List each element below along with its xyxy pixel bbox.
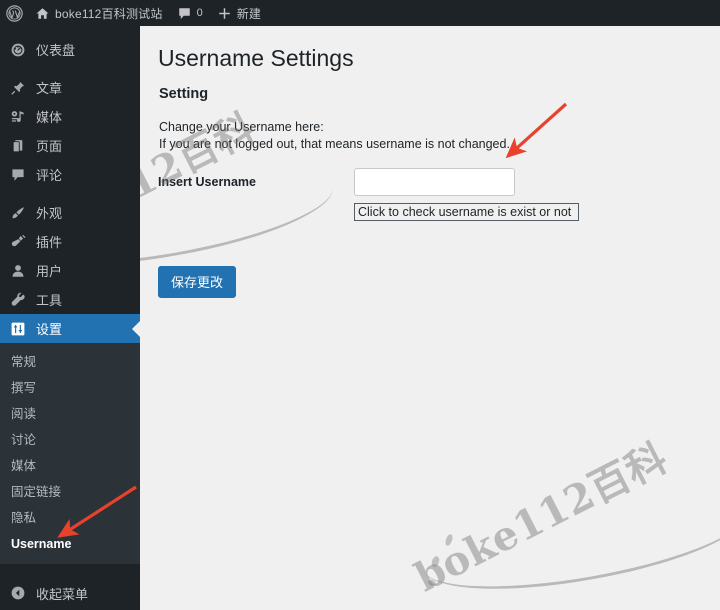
sidebar-item-dashboard[interactable]: 仪表盘 (0, 35, 140, 64)
paintbrush-icon (9, 204, 27, 222)
admin-bar: boke112百科测试站 0 新建 (0, 0, 720, 26)
sidebar-item-plugins[interactable]: 插件 (0, 227, 140, 256)
submenu-item-discussion[interactable]: 讨论 (0, 427, 140, 453)
section-heading: Setting (159, 86, 209, 102)
submenu-item-permalinks[interactable]: 固定链接 (0, 479, 140, 505)
sidebar-item-label: 文章 (36, 81, 63, 96)
sidebar-item-media[interactable]: 媒体 (0, 102, 140, 131)
sidebar-item-pages[interactable]: 页面 (0, 131, 140, 160)
pages-icon (9, 137, 27, 155)
sidebar-item-comments[interactable]: 评论 (0, 160, 140, 189)
wordpress-logo-button[interactable] (0, 0, 28, 26)
site-name-label: boke112百科测试站 (55, 6, 163, 21)
sidebar-item-tools[interactable]: 工具 (0, 285, 140, 314)
dashboard-gauge-icon (9, 41, 27, 59)
comment-bubble-icon (9, 166, 27, 184)
sidebar-item-label: 用户 (36, 264, 63, 279)
home-icon (35, 6, 50, 21)
sidebar-item-label: 工具 (36, 293, 63, 308)
sidebar-item-label: 评论 (36, 168, 63, 183)
settings-submenu: 常规 撰写 阅读 讨论 媒体 固定链接 隐私 Username (0, 343, 140, 564)
collapse-menu-label: 收起菜单 (36, 586, 89, 602)
settings-description: Change your Username here: If you are no… (159, 119, 510, 153)
menu-separator (0, 189, 140, 198)
sidebar-item-label: 仪表盘 (36, 43, 76, 58)
submenu-item-general[interactable]: 常规 (0, 349, 140, 375)
settings-sliders-icon (9, 320, 27, 338)
sidebar-item-label: 媒体 (36, 110, 63, 125)
sidebar-item-label: 插件 (36, 235, 63, 250)
sidebar-item-settings[interactable]: 设置 (0, 314, 140, 343)
admin-sidebar-menu: 仪表盘 文章 媒体 页面 评论 外观 插件 用户 工具 设置 常规 撰写 阅读 … (0, 26, 140, 610)
sidebar-item-appearance[interactable]: 外观 (0, 198, 140, 227)
site-name-menu[interactable]: boke112百科测试站 (28, 0, 170, 26)
description-line-1: Change your Username here: (159, 120, 324, 134)
description-line-2: If you are not logged out, that means us… (159, 137, 510, 151)
pushpin-icon (9, 79, 27, 97)
save-changes-button[interactable]: 保存更改 (158, 266, 237, 298)
sidebar-item-users[interactable]: 用户 (0, 256, 140, 285)
collapse-left-arrow-icon (9, 584, 27, 602)
sidebar-main-menu: 仪表盘 文章 媒体 页面 评论 外观 插件 用户 工具 设置 (0, 26, 140, 343)
collapse-menu-button[interactable]: 收起菜单 (0, 576, 140, 610)
username-input[interactable] (354, 168, 515, 196)
comment-bubble-icon (177, 6, 192, 21)
media-music-icon (9, 108, 27, 126)
wordpress-admin-screen: boke112百科测试站 0 新建 仪表盘 文章 媒体 页面 评论 外观 插件 … (0, 0, 720, 610)
plus-icon (217, 6, 232, 21)
check-username-button[interactable]: Click to check username is exist or not (354, 203, 579, 221)
submenu-item-media[interactable]: 媒体 (0, 453, 140, 479)
sidebar-item-label: 设置 (36, 322, 63, 337)
sidebar-item-label: 外观 (36, 206, 63, 221)
active-menu-arrow-icon (132, 320, 140, 337)
submenu-item-privacy[interactable]: 隐私 (0, 505, 140, 531)
sidebar-item-posts[interactable]: 文章 (0, 73, 140, 102)
new-content-label: 新建 (236, 6, 262, 21)
new-content-menu[interactable]: 新建 (210, 0, 268, 26)
wrench-icon (9, 291, 27, 309)
user-icon (9, 262, 27, 280)
comments-count: 0 (196, 7, 203, 19)
comments-bubble-button[interactable]: 0 (170, 0, 210, 26)
plug-icon (9, 233, 27, 251)
wordpress-logo-icon (6, 4, 23, 22)
submenu-item-writing[interactable]: 撰写 (0, 375, 140, 401)
submenu-item-username[interactable]: Username (0, 531, 140, 557)
menu-separator (0, 64, 140, 73)
sidebar-item-label: 页面 (36, 139, 63, 154)
submenu-item-reading[interactable]: 阅读 (0, 401, 140, 427)
page-title: Username Settings (158, 45, 354, 71)
